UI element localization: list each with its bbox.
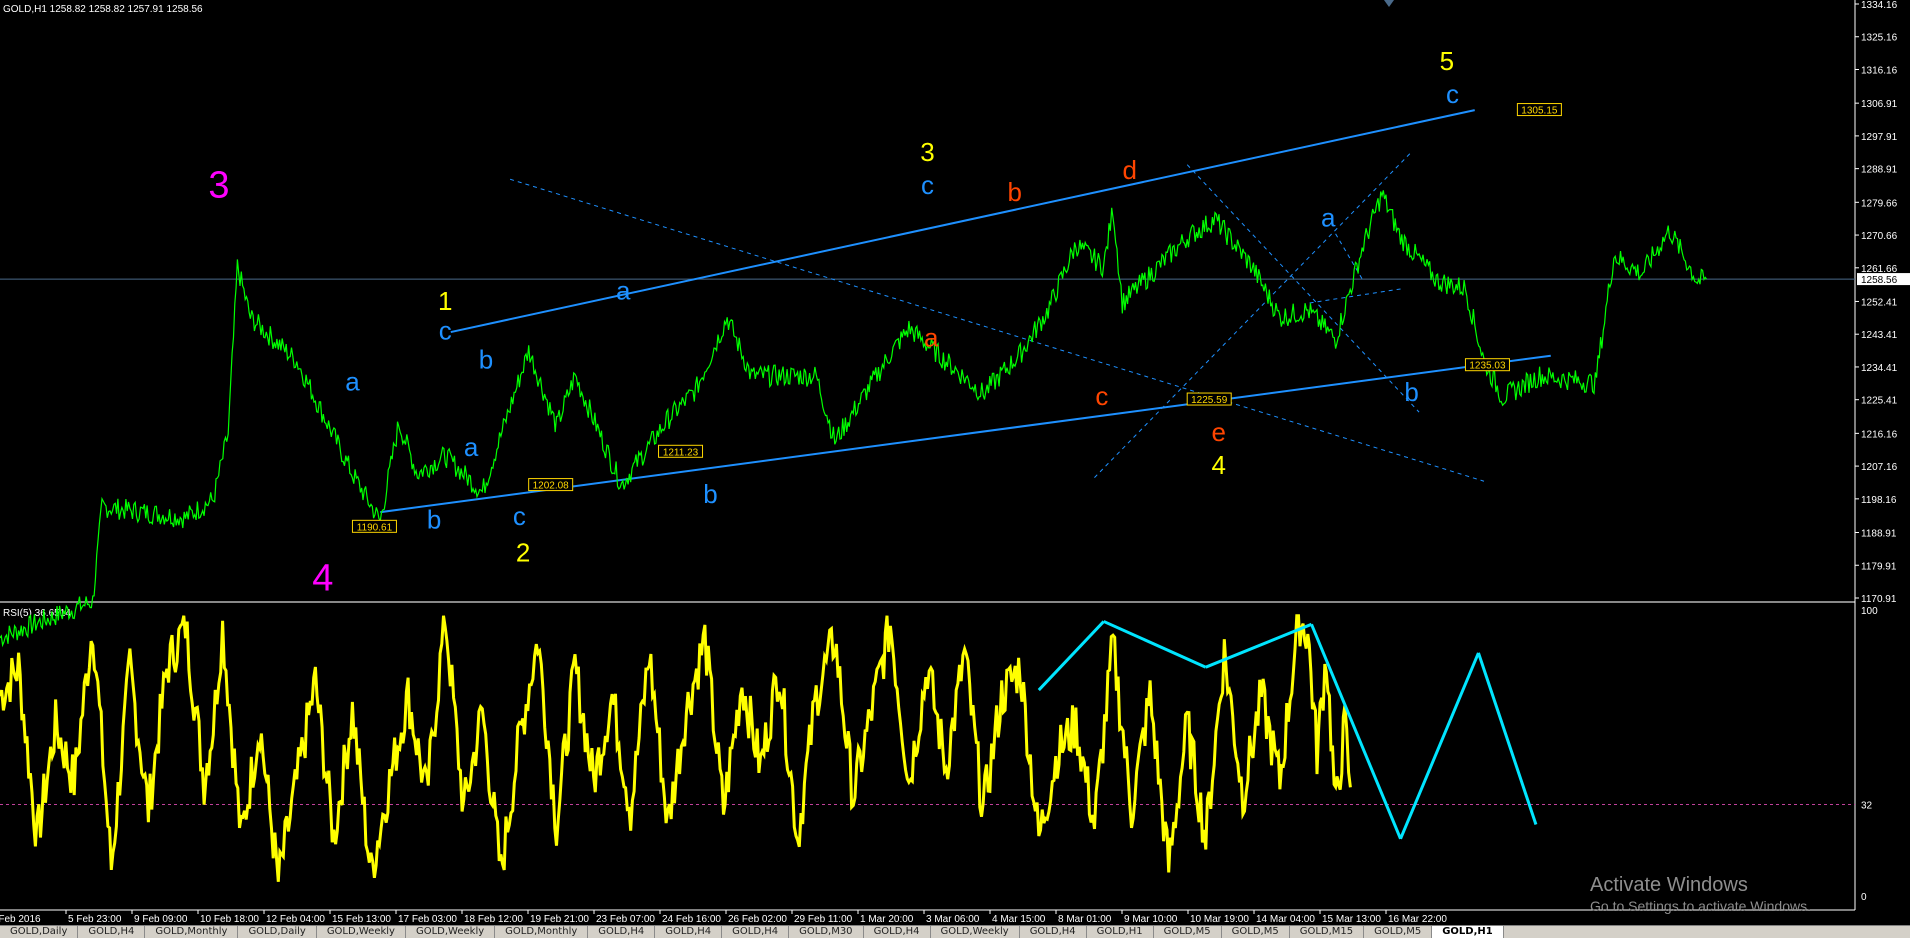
y-tick-label: 1179.91 [1861, 561, 1897, 572]
chart-tab[interactable]: GOLD,Weekly [931, 926, 1020, 938]
x-tick-label: 9 Mar 10:00 [1124, 914, 1178, 925]
x-tick-label: 1 Mar 20:00 [860, 914, 914, 925]
wave-label: 1 [438, 286, 452, 316]
symbol-info: GOLD,H1 1258.82 1258.82 1257.91 1258.56 [3, 4, 203, 15]
x-tick-label: 26 Feb 02:00 [728, 914, 787, 925]
y-tick-label: 1170.91 [1861, 594, 1897, 605]
x-tick-label: 5 Feb 23:00 [68, 914, 122, 925]
rsi-tick-label: 0 [1861, 892, 1867, 903]
x-tick-label: 24 Feb 16:00 [662, 914, 721, 925]
x-tick-label: 16 Mar 22:00 [1388, 914, 1447, 925]
wave-label: b [1404, 377, 1418, 407]
wave-label: b [479, 344, 493, 374]
y-tick-label: 1297.91 [1861, 132, 1898, 143]
wave-label: c [1446, 79, 1459, 109]
chart-tab[interactable]: GOLD,Daily [238, 926, 317, 938]
wave-label: a [345, 366, 360, 396]
x-tick-label: 12 Feb 04:00 [266, 914, 325, 925]
chart-tab[interactable]: GOLD,M5 [1154, 926, 1222, 938]
chart-tabs: GOLD,Daily GOLD,H4 GOLD,Monthly GOLD,Daily G… [0, 925, 1910, 938]
x-tick-label: 3 Mar 06:00 [926, 914, 980, 925]
chart-tab[interactable]: GOLD,Daily [0, 926, 79, 938]
x-tick-label: 14 Mar 04:00 [1256, 914, 1315, 925]
chart-tab[interactable]: GOLD,Weekly [317, 926, 406, 938]
chart-tab[interactable]: GOLD,M15 [1290, 926, 1365, 938]
x-tick-label: 19 Feb 21:00 [530, 914, 589, 925]
wave-label: c [1095, 381, 1108, 411]
rsi-tick-label: 100 [1861, 606, 1878, 617]
chart-tab[interactable]: GOLD,M30 [789, 926, 864, 938]
chart-tab[interactable]: GOLD,M5 [1222, 926, 1290, 938]
x-tick-label: 9 Feb 09:00 [134, 914, 188, 925]
wave-label: 4 [1212, 450, 1226, 480]
chart-tab[interactable]: GOLD,H1 [1087, 926, 1154, 938]
x-tick-label: 4 Feb 2016 [0, 914, 41, 925]
y-tick-label: 1198.16 [1861, 495, 1897, 506]
x-tick-label: 8 Mar 01:00 [1058, 914, 1112, 925]
wave-label: 3 [920, 137, 934, 167]
y-tick-label: 1188.91 [1861, 529, 1897, 540]
wave-label: 4 [312, 557, 333, 599]
wave-label: a [924, 323, 939, 353]
x-tick-label: 10 Feb 18:00 [200, 914, 259, 925]
price-tag: 1190.61 [357, 522, 393, 533]
y-tick-label: 1279.66 [1861, 198, 1898, 209]
wave-label: c [513, 501, 526, 531]
x-tick-label: 4 Mar 15:00 [992, 914, 1046, 925]
chart-tab[interactable]: GOLD,H4 [722, 926, 790, 938]
y-tick-label: 1252.41 [1861, 297, 1898, 308]
x-tick-label: 29 Feb 11:00 [794, 914, 853, 925]
x-tick-label: 17 Feb 03:00 [398, 914, 457, 925]
wave-label: a [1321, 203, 1336, 233]
y-tick-label: 1225.41 [1861, 396, 1898, 407]
wave-label: 5 [1440, 46, 1454, 76]
y-tick-label: 1316.16 [1861, 65, 1898, 76]
price-tag: 1202.08 [533, 481, 570, 492]
chart-tab[interactable]: GOLD,H4 [1020, 926, 1087, 938]
y-tick-label: 1216.16 [1861, 429, 1898, 440]
y-tick-label: 1334.16 [1861, 0, 1898, 11]
chart-tab[interactable]: GOLD,M5 [1364, 926, 1433, 938]
chart-tab[interactable]: GOLD,H4 [78, 926, 146, 938]
wave-label: d [1122, 155, 1136, 185]
chart-tab[interactable]: GOLD,Monthly [145, 926, 239, 938]
price-tag: 1225.59 [1191, 395, 1228, 406]
chart-tab[interactable]: GOLD,H4 [655, 926, 723, 938]
wave-label: c [439, 315, 452, 345]
price-tag: 1305.15 [1521, 106, 1558, 117]
y-tick-label: 1325.16 [1861, 33, 1898, 44]
rsi-tick-label: 32 [1861, 800, 1873, 811]
chart-tab[interactable]: GOLD,Monthly [495, 926, 589, 938]
wave-label: a [616, 275, 631, 305]
price-tag: 1235.03 [1469, 361, 1506, 372]
y-tick-label: 1243.41 [1861, 330, 1898, 341]
wave-label: c [921, 170, 934, 200]
chart-tab[interactable]: GOLD,Weekly [406, 926, 496, 938]
wave-label: b [703, 479, 717, 509]
x-tick-label: 10 Mar 19:00 [1190, 914, 1249, 925]
wave-label: 3 [208, 164, 229, 206]
x-tick-label: 15 Feb 13:00 [332, 914, 391, 925]
chart-canvas[interactable]: GOLD,H1 1258.82 1258.82 1257.91 1258.56 … [0, 0, 1910, 925]
wave-label: a [464, 432, 479, 462]
y-tick-label: 1306.91 [1861, 99, 1898, 110]
chart-tab[interactable]: GOLD,H1 [1432, 926, 1504, 938]
wave-label: b [427, 505, 441, 535]
y-tick-label: 1288.91 [1861, 165, 1898, 176]
y-tick-label: 1234.41 [1861, 363, 1898, 374]
chart-tab[interactable]: GOLD,H4 [864, 926, 931, 938]
chart-tab[interactable]: GOLD,H4 [588, 926, 656, 938]
y-tick-label: 1270.66 [1861, 231, 1898, 242]
price-tag: 1211.23 [663, 447, 699, 458]
current-price-label: 1258.56 [1861, 275, 1898, 286]
wave-label: e [1212, 417, 1226, 447]
wave-label: 2 [516, 537, 530, 567]
x-tick-label: 18 Feb 12:00 [464, 914, 523, 925]
x-tick-label: 15 Mar 13:00 [1322, 914, 1381, 925]
y-tick-label: 1207.16 [1861, 462, 1898, 473]
x-tick-label: 23 Feb 07:00 [596, 914, 655, 925]
wave-label: b [1007, 177, 1021, 207]
